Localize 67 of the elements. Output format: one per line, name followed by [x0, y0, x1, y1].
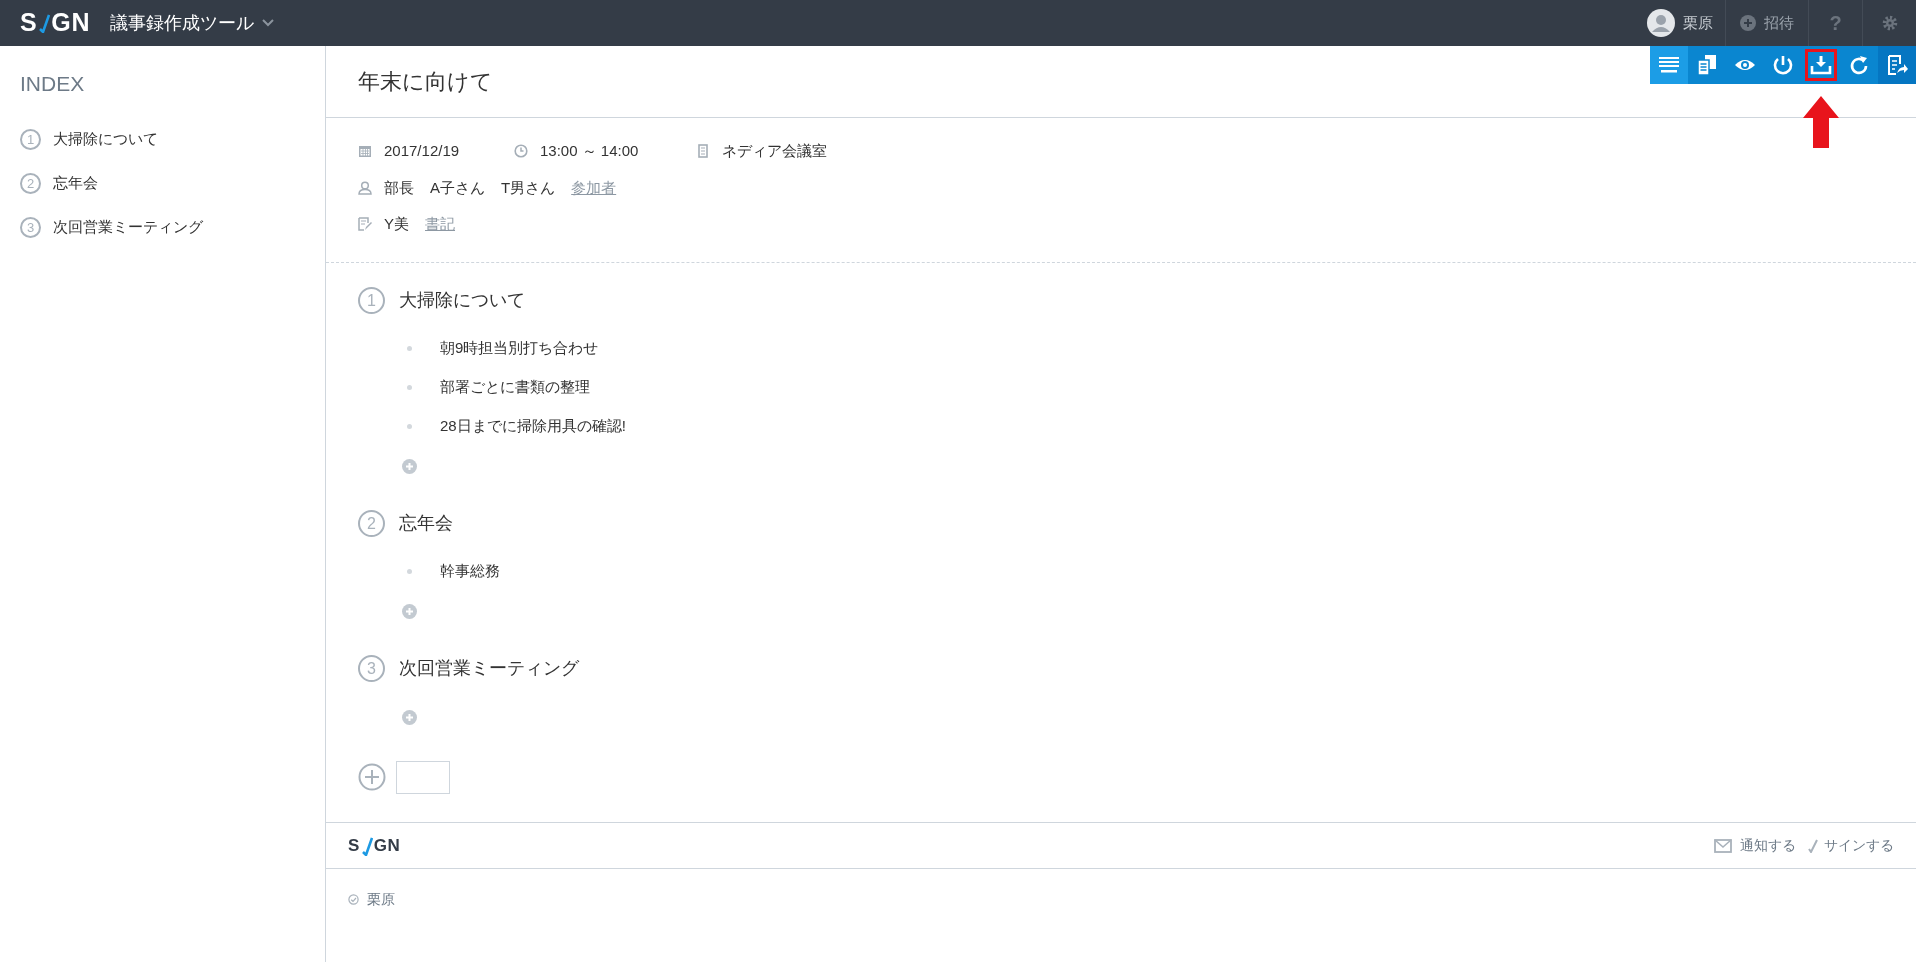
check-circle-icon: [348, 894, 359, 905]
envelope-icon: [1714, 838, 1732, 853]
edit-document-icon: [358, 217, 372, 232]
section-title: 忘年会: [399, 512, 453, 535]
settings-icon: [1880, 14, 1899, 32]
toolbar-button[interactable]: [1878, 46, 1916, 84]
document-title: 年末に向けて: [358, 68, 493, 96]
add-icon[interactable]: [402, 604, 417, 619]
attendees-link[interactable]: 参加者: [571, 176, 617, 199]
meeting-room: ネディア会議室: [722, 141, 827, 161]
avatar-icon: [1647, 9, 1675, 37]
user-menu[interactable]: 栗原: [1635, 0, 1725, 46]
check-icon: [38, 13, 51, 33]
agenda-point: 幹事総務: [440, 560, 500, 581]
agenda-point: 部署ごとに書類の整理: [440, 376, 590, 397]
sidebar-item[interactable]: 1 大掃除について: [20, 117, 325, 162]
toolbar-button[interactable]: [1840, 46, 1878, 84]
add-icon[interactable]: [402, 459, 417, 474]
sidebar-item[interactable]: 3 次回営業ミーティング: [20, 205, 325, 250]
logo-text: S: [20, 7, 38, 39]
refresh-icon: [1848, 54, 1870, 76]
sign-button[interactable]: サインする: [1808, 835, 1894, 856]
bullet-icon: [407, 423, 412, 429]
notify-button[interactable]: 通知する: [1714, 835, 1796, 856]
calendar-icon: [358, 144, 372, 159]
app-title-dropdown[interactable]: 議事録作成ツール: [110, 9, 275, 37]
document-export-icon: [1886, 54, 1908, 76]
attendee-name: 部長: [384, 177, 414, 198]
bullet-icon: [407, 345, 412, 351]
attendee-name: T男さん: [501, 177, 556, 198]
agenda-point: 朝9時担当別打ち合わせ: [440, 337, 599, 358]
section-number: 3: [358, 655, 385, 682]
check-icon: [1808, 838, 1818, 853]
arrow-up-annotation: [1803, 96, 1839, 148]
meeting-date: 2017/12/19: [384, 141, 460, 161]
plus-circle-icon: [1740, 15, 1756, 31]
meeting-time: 13:00 ～ 14:00: [540, 141, 639, 161]
section-number: 1: [358, 287, 385, 314]
section-number: 2: [358, 510, 385, 537]
chevron-down-icon: [262, 19, 275, 27]
add-section-icon[interactable]: [358, 763, 386, 791]
clock-icon: [514, 144, 528, 159]
logo-text: S: [348, 834, 360, 857]
agenda-point: 28日までに掃除用具の確認!: [440, 415, 626, 436]
section-title: 次回営業ミーティング: [399, 657, 579, 680]
writer-name: Y美: [384, 214, 409, 234]
check-icon: [360, 835, 373, 856]
add-icon[interactable]: [402, 710, 417, 725]
sidebar-title: INDEX: [20, 71, 86, 97]
sidebar-item[interactable]: 2 忘年会: [20, 161, 325, 206]
toolbar-button[interactable]: [1650, 46, 1688, 84]
toolbar-button[interactable]: [1764, 46, 1802, 84]
documents-icon: [1696, 54, 1718, 76]
bullet-icon: [407, 384, 412, 390]
attendee-name: A子さん: [430, 177, 485, 198]
signer-name: 栗原: [367, 890, 395, 909]
keyboard-icon: [1658, 54, 1680, 76]
writer-link[interactable]: 書記: [425, 213, 455, 236]
building-icon: [696, 144, 710, 159]
power-icon: [1772, 54, 1794, 76]
bullet-icon: [407, 568, 412, 574]
toolbar-button[interactable]: [1688, 46, 1726, 84]
section-title: 大掃除について: [399, 289, 525, 312]
logo-text: GN: [51, 7, 91, 39]
person-icon: [358, 180, 372, 195]
new-section-input[interactable]: [396, 760, 450, 794]
logo-text: GN: [373, 834, 401, 857]
